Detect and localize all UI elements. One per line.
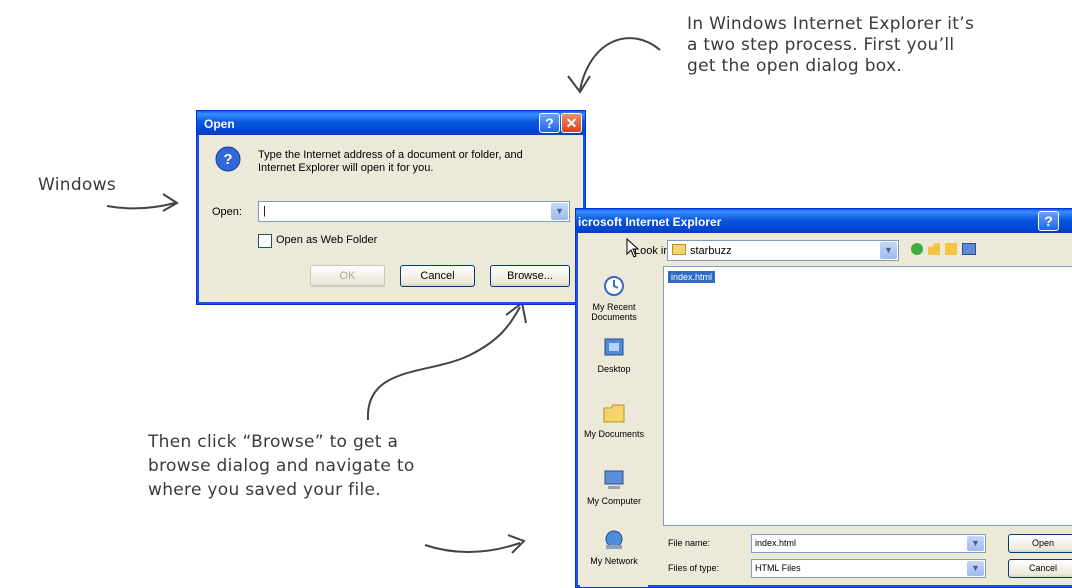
file-item[interactable]: index.html [668,271,716,283]
desktop-icon [604,338,624,356]
chevron-down-icon[interactable]: ▼ [967,561,984,576]
browse-dialog: icrosoft Internet Explorer ? Look in: st… [575,208,1072,588]
file-name-label: File name: [668,538,711,548]
svg-text:?: ? [223,151,232,168]
file-type-select[interactable]: HTML Files ▼ [751,559,986,578]
browse-open-button[interactable]: Open [1008,534,1072,553]
web-folder-checkbox[interactable] [258,234,272,248]
place-label: My Network [590,556,638,566]
mouse-cursor-icon [626,238,640,258]
open-dialog: Open ? ✕ ? Type the Internet address of … [196,110,586,305]
annotation-line: get the open dialog box. [687,56,903,76]
place-label: Desktop [597,364,631,374]
chevron-down-icon[interactable]: ▼ [967,536,984,551]
place-computer[interactable]: My Computer [580,469,648,506]
folder-icon [672,244,686,255]
arrow-windows [106,193,179,212]
place-label: My Computer [586,496,641,506]
close-button[interactable]: ✕ [561,113,582,133]
arrow-browse [366,301,527,421]
browse-cancel-button[interactable]: Cancel [1008,559,1072,578]
cancel-button[interactable]: Cancel [400,265,475,287]
place-documents[interactable]: My Documents [580,402,648,439]
open-label: Open: [212,206,242,218]
browse-dialog-title-bar[interactable]: icrosoft Internet Explorer [576,209,1072,233]
up-folder-icon[interactable] [928,243,940,255]
message-line: Internet Explorer will open it for you. [258,162,434,174]
browse-button[interactable]: Browse... [490,265,570,287]
question-icon: ? [215,146,241,172]
open-address-input[interactable]: | ▼ [258,201,570,222]
annotation-line: Then click “Browse” to get a [148,432,399,452]
recent-documents-icon [604,276,624,296]
arrow-top [567,37,661,94]
places-bar: My Recent Documents Desktop My Documents… [580,267,648,587]
help-button[interactable]: ? [1038,211,1059,231]
place-desktop[interactable]: Desktop [580,337,648,374]
look-in-value: starbuzz [690,245,732,257]
place-network[interactable]: My Network [580,529,648,566]
place-recent[interactable]: My Recent Documents [580,275,648,322]
arrow-bottom [424,534,526,554]
file-list[interactable]: index.html [663,266,1072,526]
my-documents-icon [603,404,625,423]
dialog-title: Open [204,117,235,131]
chevron-down-icon[interactable]: ▼ [880,242,897,259]
open-dialog-title-bar[interactable]: Open [197,111,585,135]
my-network-icon [605,530,623,549]
annotation-top-right: In Windows Internet Explorer it’s a two … [687,14,1047,77]
view-menu-icon[interactable] [962,243,976,255]
ok-button[interactable]: OK [310,265,385,287]
annotation-line: a two step process. First you’ll [687,35,955,55]
open-dialog-message: Type the Internet address of a document … [258,149,523,175]
file-name-value: index.html [755,538,797,548]
address-value: | [263,205,266,217]
dialog-title: icrosoft Internet Explorer [578,215,722,229]
annotation-line: where you saved your file. [148,480,381,500]
back-icon[interactable] [911,243,923,255]
look-in-select[interactable]: starbuzz ▼ [667,240,899,261]
annotation-bottom: Then click “Browse” to get a browse dial… [148,430,478,502]
message-line: Type the Internet address of a document … [258,149,523,161]
annotation-line: In Windows Internet Explorer it’s [687,14,975,34]
my-computer-icon [604,470,624,489]
web-folder-label: Open as Web Folder [276,234,378,246]
annotation-line: browse dialog and navigate to [148,456,415,476]
file-type-label: Files of type: [668,563,720,573]
chevron-down-icon[interactable]: ▼ [551,203,568,220]
place-label: My Documents [583,429,645,439]
file-name-input[interactable]: index.html ▼ [751,534,986,553]
file-type-value: HTML Files [755,563,801,573]
help-button[interactable]: ? [539,113,560,133]
file-item-label: index.html [671,272,713,282]
new-folder-icon[interactable] [945,243,957,255]
place-label: My Recent Documents [591,302,637,322]
